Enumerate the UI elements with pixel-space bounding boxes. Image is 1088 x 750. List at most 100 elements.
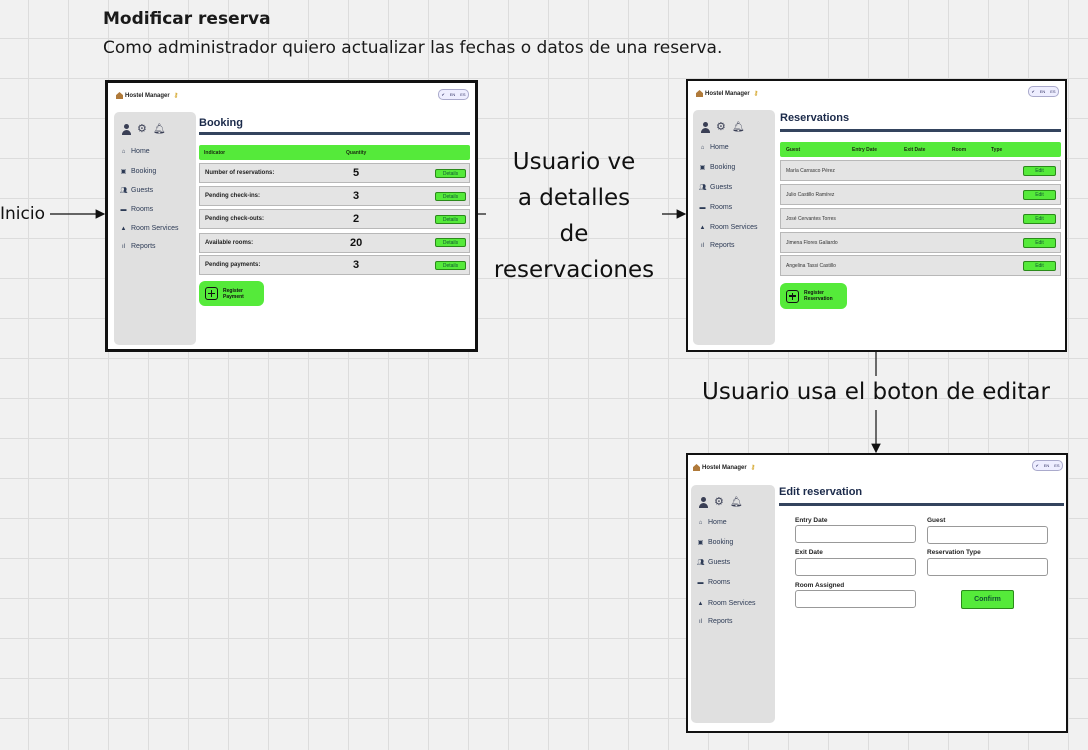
- nav-booking[interactable]: ▣ Booking: [699, 164, 736, 171]
- guest-name: Angelina Tassi Castillo: [786, 263, 836, 269]
- reservation-type-label: Reservation Type: [927, 549, 981, 556]
- nav-booking[interactable]: ▣ Booking: [120, 168, 157, 175]
- table-row: José Cervantes Torres Edit: [780, 208, 1061, 229]
- details-button[interactable]: Details: [435, 238, 466, 247]
- details-button[interactable]: Details: [435, 169, 466, 178]
- details-button[interactable]: Details: [435, 215, 466, 224]
- header-indicator: Indicator: [204, 150, 226, 156]
- confirm-button[interactable]: Confirm: [961, 590, 1014, 609]
- header-quantity: Quantity: [346, 150, 367, 156]
- exit-date-label: Exit Date: [795, 549, 823, 556]
- row-quantity: 3: [353, 259, 360, 271]
- plus-icon: [205, 287, 218, 300]
- nav-rooms[interactable]: ▬ Rooms: [120, 206, 154, 213]
- nav-home[interactable]: ⌂ Home: [120, 148, 150, 155]
- app-topbar: Hostel Manager ⚷ ✔ EN ES: [108, 83, 475, 109]
- user-icon[interactable]: [699, 497, 708, 508]
- nav-label: Rooms: [710, 204, 733, 211]
- bell-icon[interactable]: 🔔︎: [153, 124, 166, 135]
- app-logo: Hostel Manager ⚷: [116, 92, 178, 99]
- step1-line4: reservaciones: [493, 257, 655, 283]
- nav-guests[interactable]: 👥︎ Guests: [699, 184, 732, 191]
- user-icon[interactable]: [701, 122, 710, 133]
- nav-room-services[interactable]: ▲ Room Services: [120, 225, 179, 232]
- gear-icon[interactable]: ⚙: [714, 497, 724, 508]
- exit-date-field[interactable]: [795, 558, 916, 576]
- calendar-icon: ▣: [699, 165, 706, 171]
- title-underline: [780, 129, 1061, 132]
- lang-en[interactable]: EN: [1044, 463, 1050, 468]
- table-row: Pending check-ins: 3 Details: [199, 186, 470, 206]
- nav-rooms[interactable]: ▬ Rooms: [699, 204, 733, 211]
- user-icon[interactable]: [122, 124, 131, 135]
- sidebar: ⚙ 🔔︎ ⌂ Home ▣ Booking 👥︎ Guests ▬ Rooms ▲ Roo…: [114, 112, 196, 345]
- nav-room-services[interactable]: ▲ Room Services: [697, 600, 756, 607]
- guest-name: José Cervantes Torres: [786, 216, 836, 222]
- details-button[interactable]: Details: [435, 261, 466, 270]
- lang-es[interactable]: ES: [460, 92, 465, 97]
- nav-guests[interactable]: 👥︎ Guests: [697, 559, 730, 566]
- edit-button[interactable]: Edit: [1023, 238, 1056, 248]
- register-reservation-button[interactable]: Register Reservation: [780, 283, 847, 309]
- bell-icon[interactable]: 🔔︎: [732, 122, 745, 133]
- table-row: Pending check-outs: 2 Details: [199, 209, 470, 229]
- table-header: Indicator Quantity: [199, 145, 470, 160]
- nav-reports[interactable]: ıl Reports: [697, 618, 733, 625]
- nav-home[interactable]: ⌂ Home: [697, 519, 727, 526]
- calendar-icon: ▣: [120, 169, 127, 175]
- lang-en[interactable]: EN: [450, 92, 456, 97]
- nav-label: Home: [708, 519, 727, 526]
- header-type: Type: [991, 147, 1003, 153]
- step1-line3: de: [559, 221, 589, 247]
- nav-home[interactable]: ⌂ Home: [699, 144, 729, 151]
- sidebar: ⚙ 🔔︎ ⌂ Home ▣ Booking 👥︎ Guests ▬ Rooms ▲ Roo…: [693, 110, 775, 345]
- lang-es[interactable]: ES: [1050, 89, 1055, 94]
- service-bell-icon: ▲: [699, 224, 706, 231]
- details-button[interactable]: Details: [435, 192, 466, 201]
- register-reservation-label: Register Reservation: [804, 290, 833, 302]
- edit-button[interactable]: Edit: [1023, 190, 1056, 200]
- bed-icon: ▬: [697, 579, 704, 586]
- register-payment-label: Register Payment: [223, 288, 244, 300]
- row-label: Available rooms:: [205, 240, 254, 246]
- calendar-icon: ▣: [697, 540, 704, 546]
- nav-booking[interactable]: ▣ Booking: [697, 539, 734, 546]
- nav-guests[interactable]: 👥︎ Guests: [120, 187, 153, 194]
- logo-text: Hostel Manager: [702, 464, 747, 471]
- nav-rooms[interactable]: ▬ Rooms: [697, 579, 731, 586]
- room-assigned-field[interactable]: [795, 590, 916, 608]
- edit-button[interactable]: Edit: [1023, 166, 1056, 176]
- entry-date-label: Entry Date: [795, 517, 828, 524]
- app-logo: Hostel Manager ⚷: [693, 464, 755, 471]
- register-payment-button[interactable]: Register Payment: [199, 281, 264, 306]
- lang-es[interactable]: ES: [1054, 463, 1059, 468]
- nav-label: Guests: [710, 184, 733, 191]
- bell-icon[interactable]: 🔔︎: [730, 497, 743, 508]
- gear-icon[interactable]: ⚙: [137, 124, 147, 135]
- language-toggle[interactable]: ✔ EN ES: [1032, 460, 1063, 471]
- start-label: Inicio: [0, 204, 45, 224]
- table-row: Julio Castillo Ramírez Edit: [780, 184, 1061, 205]
- language-toggle[interactable]: ✔ EN ES: [1028, 86, 1059, 97]
- row-label: Pending payments:: [205, 262, 261, 268]
- lang-en[interactable]: EN: [1040, 89, 1046, 94]
- nav-room-services[interactable]: ▲ Room Services: [699, 224, 758, 231]
- edit-button[interactable]: Edit: [1023, 214, 1056, 224]
- gear-icon[interactable]: ⚙: [716, 122, 726, 133]
- booking-screen: Hostel Manager ⚷ ✔ EN ES ⚙ 🔔︎ ⌂ Home ▣ Bookin…: [105, 80, 478, 352]
- nav-reports[interactable]: ıl Reports: [699, 242, 735, 249]
- guest-name: Julio Castillo Ramírez: [786, 192, 835, 198]
- edit-button[interactable]: Edit: [1023, 261, 1056, 271]
- language-toggle[interactable]: ✔ EN ES: [438, 89, 469, 100]
- entry-date-field[interactable]: [795, 525, 916, 543]
- header-guest: Guest: [786, 147, 801, 153]
- header-room: Room: [952, 147, 967, 153]
- check-icon: ✔: [1031, 89, 1035, 94]
- nav-label: Rooms: [131, 206, 154, 213]
- reservation-type-field[interactable]: [927, 558, 1048, 576]
- nav-reports[interactable]: ıl Reports: [120, 243, 156, 250]
- table-row: Pending payments: 3 Details: [199, 255, 470, 275]
- guest-label: Guest: [927, 517, 946, 524]
- guest-field[interactable]: [927, 526, 1048, 544]
- row-label: Pending check-outs:: [205, 216, 265, 222]
